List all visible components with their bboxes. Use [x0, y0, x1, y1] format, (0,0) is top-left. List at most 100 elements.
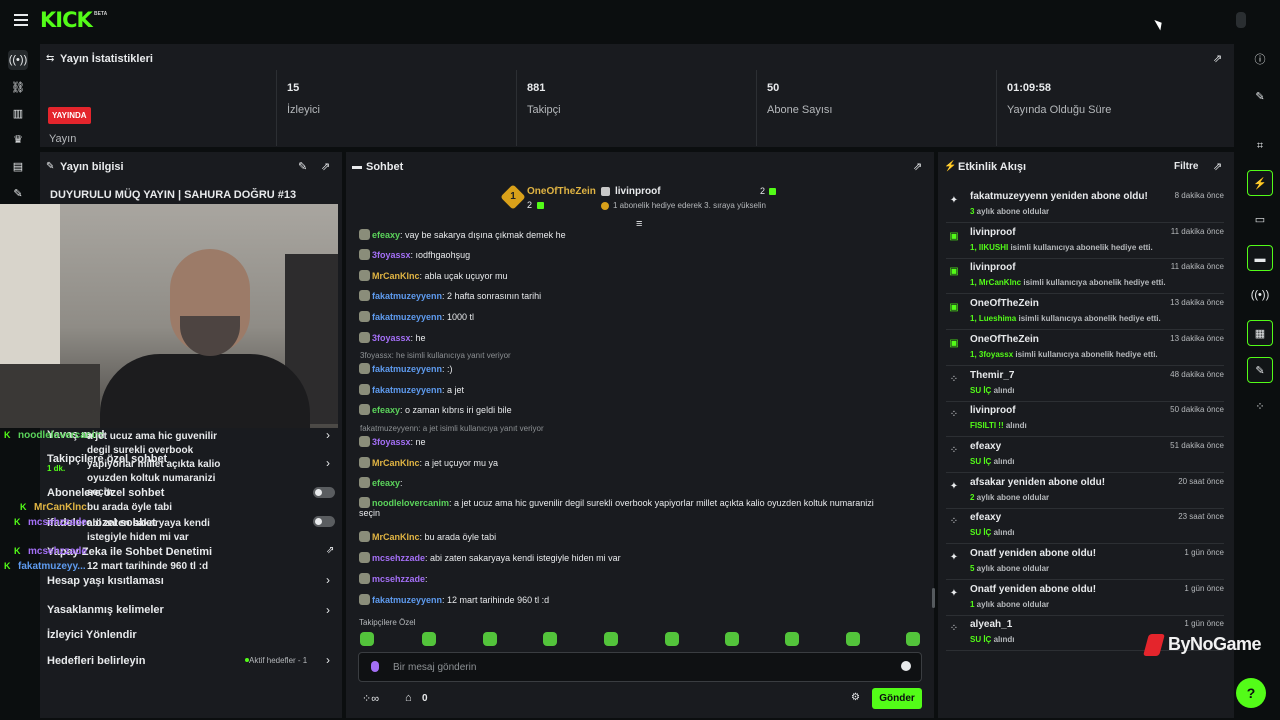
activity-item[interactable]: ⁘ Themir_7 SU İÇ alındı 48 dakika önce	[946, 367, 1224, 402]
chat-username[interactable]: fakatmuzeyyenn	[372, 595, 442, 605]
chat-message[interactable]: mcsehzzade:	[359, 573, 428, 584]
chat-username[interactable]: 3foyassx	[372, 250, 411, 260]
pencil-icon[interactable]: ✎	[1247, 84, 1273, 110]
chat-input[interactable]: Bir mesaj gönderin	[358, 652, 922, 682]
store-icon[interactable]: ⌂	[405, 692, 412, 704]
chat-message[interactable]: efeaxy: vay be sakarya dışına çıkmak dem…	[359, 229, 566, 240]
emote-icon[interactable]	[483, 632, 497, 646]
activity-item[interactable]: ⁘ livinproof FISILTI !! alındı 50 dakika ön…	[946, 402, 1224, 438]
chat-icon[interactable]: ▬	[1247, 245, 1273, 271]
wrench-icon[interactable]: ✎	[8, 184, 28, 204]
emote-icon[interactable]	[725, 632, 739, 646]
chat-message[interactable]: 3foyassx: he	[359, 332, 426, 343]
trophy-icon[interactable]: ♛	[8, 130, 28, 150]
external-link-icon[interactable]: ⇗	[326, 545, 334, 556]
chat-message[interactable]: 3foyassx: ne	[359, 436, 426, 447]
channel-points-icon[interactable]: ⁘∞	[362, 692, 379, 705]
emoji-icon[interactable]	[901, 661, 911, 671]
activity-item[interactable]: ✦ fakatmuzeyyenn yeniden abone oldu! 3 ayl…	[946, 188, 1224, 223]
filter-button[interactable]: Filtre	[1174, 161, 1198, 172]
emote-icon[interactable]	[846, 632, 860, 646]
activity-item[interactable]: ▣ livinproof 1, MrCanKlnc isimli kullanıcı…	[946, 259, 1224, 295]
chat-username[interactable]: MrCanKlnc	[372, 271, 420, 281]
collapse-icon[interactable]: ≡	[636, 218, 642, 230]
banned-words-row[interactable]: Yasaklanmış kelimeler	[47, 604, 164, 616]
activity-item[interactable]: ✦ Onatf yeniden abone oldu! 5 aylık abone …	[946, 545, 1224, 580]
video-icon[interactable]: ▤	[8, 157, 28, 177]
chat-message[interactable]: efeaxy: o zaman kıbrıs iri geldi bile	[359, 404, 512, 415]
chat-message[interactable]: MrCanKlnc: abla uçak uçuyor mu	[359, 270, 508, 281]
chat-username[interactable]: fakatmuzeyyenn	[372, 364, 442, 374]
chat-message[interactable]: 3foyassx: ıodfhgaohşug	[359, 249, 470, 260]
chat-username[interactable]: MrCanKlnc	[372, 532, 420, 542]
broadcast-icon[interactable]: ((•))	[1247, 282, 1273, 308]
chat-message[interactable]: efeaxy:	[359, 477, 403, 488]
popout-icon[interactable]: ⇗	[1213, 160, 1222, 173]
activity-item[interactable]: ⁘ efeaxy SU İÇ alındı 23 saat önce	[946, 509, 1224, 545]
analytics-icon[interactable]: ▥	[8, 104, 28, 124]
activity-item[interactable]: ▣ livinproof 1, IIKUSHI isimli kullanıcıya…	[946, 224, 1224, 259]
popout-icon[interactable]: ⇗	[1213, 52, 1222, 65]
microphone-icon[interactable]	[371, 661, 379, 672]
emote-icon[interactable]	[665, 632, 679, 646]
emote-icon[interactable]	[604, 632, 618, 646]
chat-message[interactable]: fakatmuzeyyenn: 1000 tl	[359, 311, 474, 322]
chat-username[interactable]: mcsehzzade	[372, 553, 425, 563]
chevron-right-icon[interactable]: ›	[326, 573, 330, 587]
edit-icon[interactable]: ✎	[298, 160, 307, 173]
chat-message[interactable]: fakatmuzeyyenn: :)	[359, 363, 453, 374]
chat-message[interactable]: MrCanKlnc: a jet uçuyor mu ya	[359, 457, 498, 468]
emote-icon[interactable]	[543, 632, 557, 646]
emote-icon[interactable]	[422, 632, 436, 646]
activity-item[interactable]: ⁘ efeaxy SU İÇ alındı 51 dakika önce	[946, 438, 1224, 473]
viewer-redirect-row[interactable]: İzleyici Yönlendir	[47, 629, 137, 641]
chat-username[interactable]: noodlelovercanim	[372, 498, 449, 508]
subscribers-only-toggle[interactable]	[313, 487, 335, 498]
chat-message[interactable]: fakatmuzeyyenn: 12 mart tarihinde 960 tl…	[359, 594, 549, 605]
activity-item[interactable]: ✦ Onatf yeniden abone oldu! 1 aylık abone …	[946, 581, 1224, 616]
layout-icon[interactable]: ▦	[1247, 320, 1273, 346]
send-button[interactable]: Gönder	[872, 688, 922, 709]
chat-username[interactable]: 3foyassx	[372, 333, 411, 343]
chat-username[interactable]: efeaxy	[372, 478, 400, 488]
chat-message[interactable]: fakatmuzeyyenn: 2 hafta sonrasının tarih…	[359, 290, 541, 301]
account-age-row[interactable]: Hesap yaşı kısıtlaması	[47, 575, 164, 587]
chat-username[interactable]: fakatmuzeyyenn	[372, 312, 442, 322]
chat-username[interactable]: 3foyassx	[372, 437, 411, 447]
activity-item[interactable]: ▣ OneOfTheZein 1, 3foyassx isimli kullanıc…	[946, 331, 1224, 366]
chat-scrollbar[interactable]	[932, 588, 935, 608]
focus-icon[interactable]: ⌗	[1247, 133, 1273, 159]
goals-row[interactable]: Hedefleri belirleyin	[47, 655, 145, 667]
dots-icon[interactable]: ⁘	[1247, 394, 1273, 420]
emote-icon[interactable]	[906, 632, 920, 646]
chat-username[interactable]: efeaxy	[372, 405, 400, 415]
activity-item[interactable]: ✦ afsakar yeniden abone oldu! 2 aylık abon…	[946, 474, 1224, 509]
chevron-right-icon[interactable]: ›	[326, 653, 330, 667]
chat-message[interactable]: mcsehzzade: abi zaten sakaryaya kendi is…	[359, 552, 621, 563]
settings-icon[interactable]: ⚙	[851, 692, 860, 703]
link-icon[interactable]: ⛓	[8, 78, 28, 98]
chat-username[interactable]: MrCanKlnc	[372, 458, 420, 468]
chat-message[interactable]: MrCanKlnc: bu arada öyle tabi	[359, 531, 496, 542]
chat-message[interactable]: noodlelovercanim: a jet ucuz ama hic guv…	[359, 497, 874, 518]
wrench-icon[interactable]: ✎	[1247, 357, 1273, 383]
activity-item[interactable]: ▣ OneOfTheZein 1, Lueshima isimli kullanıc…	[946, 295, 1224, 331]
chat-username[interactable]: mcsehzzade	[372, 574, 425, 584]
popout-icon[interactable]: ⇗	[913, 160, 922, 173]
chat-username[interactable]: fakatmuzeyyenn	[372, 291, 442, 301]
chevron-right-icon[interactable]: ›	[326, 428, 330, 442]
popout-icon[interactable]: ⇗	[321, 160, 330, 173]
chat-message[interactable]: fakatmuzeyyenn: a jet	[359, 384, 464, 395]
chevron-right-icon[interactable]: ›	[326, 456, 330, 470]
emote-icon[interactable]	[785, 632, 799, 646]
broadcast-icon[interactable]: ((•))	[8, 50, 28, 70]
document-icon[interactable]: ▭	[1247, 207, 1273, 233]
menu-icon[interactable]	[14, 14, 28, 26]
emote-only-toggle[interactable]	[313, 516, 335, 527]
info-icon[interactable]: ⓘ	[1247, 47, 1273, 73]
chat-username[interactable]: efeaxy	[372, 230, 400, 240]
avatar[interactable]	[1236, 12, 1246, 28]
chevron-right-icon[interactable]: ›	[326, 603, 330, 617]
lightning-icon[interactable]: ⚡	[1247, 170, 1273, 196]
chat-username[interactable]: fakatmuzeyyenn	[372, 385, 442, 395]
